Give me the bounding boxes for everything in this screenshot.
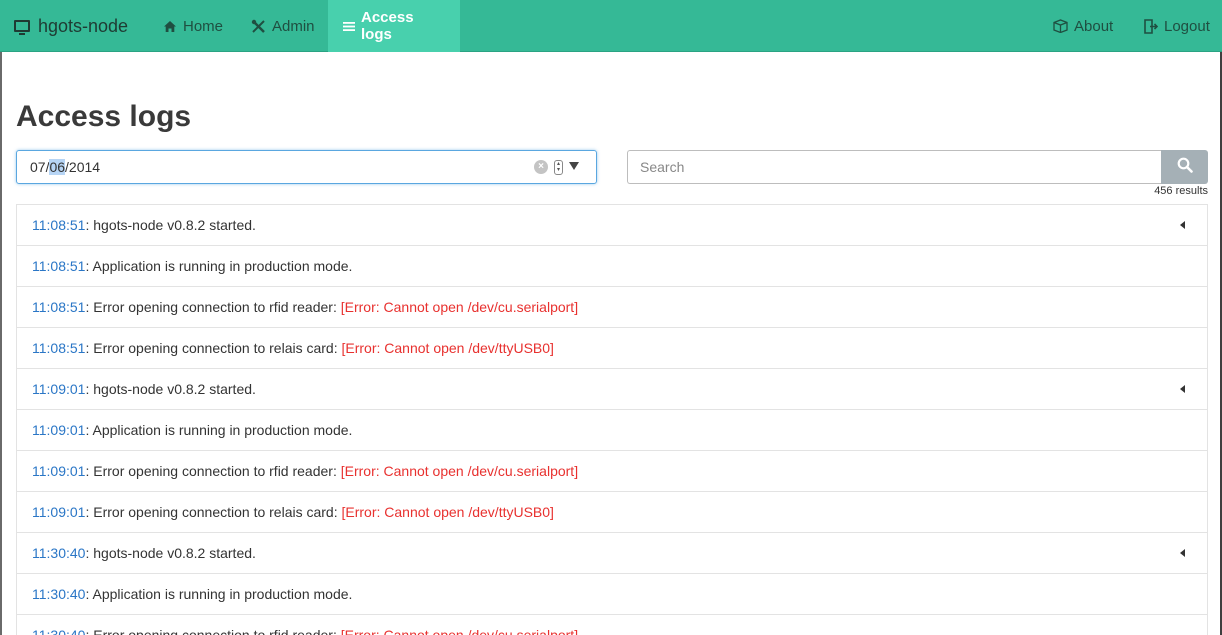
log-message: : hgots-node v0.8.2 started. [85, 381, 256, 397]
log-time: 11:30:40 [32, 627, 86, 635]
logout-icon [1143, 18, 1158, 34]
nav-home-label: Home [183, 17, 224, 35]
log-time: 11:30:40 [32, 586, 86, 602]
log-message: : Application is running in production m… [85, 586, 353, 602]
nav-admin-label: Admin [272, 17, 315, 35]
dropdown-arrow-icon[interactable] [569, 162, 579, 170]
log-row[interactable]: 11:09:01: hgots-node v0.8.2 started. [17, 369, 1207, 410]
log-message: : hgots-node v0.8.2 started. [85, 545, 256, 561]
log-time: 11:09:01 [32, 422, 86, 438]
home-icon [163, 20, 177, 33]
log-time: 11:09:01 [32, 381, 86, 397]
caret-left-icon[interactable] [1180, 385, 1185, 393]
navbar: hgots-node Home Admin Access logs About … [0, 0, 1222, 52]
log-message: : Error opening connection to rfid reade… [85, 463, 341, 479]
nav-about[interactable]: About [1038, 0, 1128, 52]
search-button[interactable] [1161, 150, 1208, 184]
log-row: 11:30:40: Error opening connection to rf… [17, 615, 1207, 635]
log-row: 11:09:01: Error opening connection to re… [17, 492, 1207, 533]
brand[interactable]: hgots-node [14, 0, 128, 52]
log-message: : Application is running in production m… [85, 422, 353, 438]
tools-icon [251, 19, 266, 34]
brand-label: hgots-node [38, 15, 129, 36]
log-row: 11:09:01: Application is running in prod… [17, 410, 1207, 451]
log-message: : Error opening connection to rfid reade… [85, 299, 341, 315]
log-error: [Error: Cannot open /dev/cu.serialport] [340, 299, 579, 315]
log-row: 11:08:51: Error opening connection to rf… [17, 287, 1207, 328]
caret-left-icon[interactable] [1180, 221, 1185, 229]
nav-home[interactable]: Home [148, 0, 238, 52]
list-icon [343, 21, 355, 32]
log-message: : Error opening connection to rfid reade… [85, 627, 341, 635]
date-value[interactable]: 07/06/2014 [30, 159, 100, 175]
nav-access-logs-label: Access logs [361, 9, 414, 43]
log-message: : Application is running in production m… [85, 258, 353, 274]
monitor-icon [14, 20, 30, 35]
window-edge-left [0, 52, 2, 635]
log-row[interactable]: 11:30:40: hgots-node v0.8.2 started. [17, 533, 1207, 574]
search-input[interactable] [627, 150, 1162, 184]
log-time: 11:30:40 [32, 545, 86, 561]
page-title: Access logs [16, 100, 192, 133]
search-icon [1177, 157, 1193, 178]
log-row: 11:08:51: Application is running in prod… [17, 246, 1207, 287]
date-day-selected[interactable]: 06 [49, 159, 66, 175]
nav-access-logs[interactable]: Access logs [328, 0, 460, 52]
log-time: 11:08:51 [32, 340, 86, 356]
log-error: [Error: Cannot open /dev/ttyUSB0] [341, 504, 554, 520]
log-time: 11:08:51 [32, 258, 86, 274]
nav-about-label: About [1074, 17, 1114, 35]
log-message: : Error opening connection to relais car… [85, 340, 342, 356]
results-count: 456 results [1154, 185, 1208, 197]
log-time: 11:08:51 [32, 299, 86, 315]
log-time: 11:09:01 [32, 463, 86, 479]
log-row: 11:30:40: Application is running in prod… [17, 574, 1207, 615]
date-month[interactable]: 07/ [30, 159, 49, 175]
log-error: [Error: Cannot open /dev/ttyUSB0] [341, 340, 554, 356]
nav-logout-label: Logout [1164, 17, 1210, 35]
log-message: : Error opening connection to relais car… [85, 504, 342, 520]
log-time: 11:08:51 [32, 217, 86, 233]
nav-logout[interactable]: Logout [1128, 0, 1222, 52]
stepper-icon[interactable]: ▴ ▾ [554, 160, 563, 175]
date-field[interactable]: 07/06/2014 × ▴ ▾ [16, 150, 597, 184]
log-row[interactable]: 11:08:51: hgots-node v0.8.2 started. [17, 205, 1207, 246]
log-row: 11:08:51: Error opening connection to re… [17, 328, 1207, 369]
nav-admin[interactable]: Admin [236, 0, 330, 52]
log-row: 11:09:01: Error opening connection to rf… [17, 451, 1207, 492]
box-icon [1053, 19, 1068, 33]
log-error: [Error: Cannot open /dev/cu.serialport] [340, 627, 579, 635]
date-year[interactable]: /2014 [65, 159, 100, 175]
caret-left-icon[interactable] [1180, 549, 1185, 557]
log-list: 11:08:51: hgots-node v0.8.2 started. 11:0… [16, 204, 1208, 635]
log-error: [Error: Cannot open /dev/cu.serialport] [340, 463, 579, 479]
clear-icon[interactable]: × [534, 160, 548, 174]
log-time: 11:09:01 [32, 504, 86, 520]
log-message: : hgots-node v0.8.2 started. [85, 217, 256, 233]
